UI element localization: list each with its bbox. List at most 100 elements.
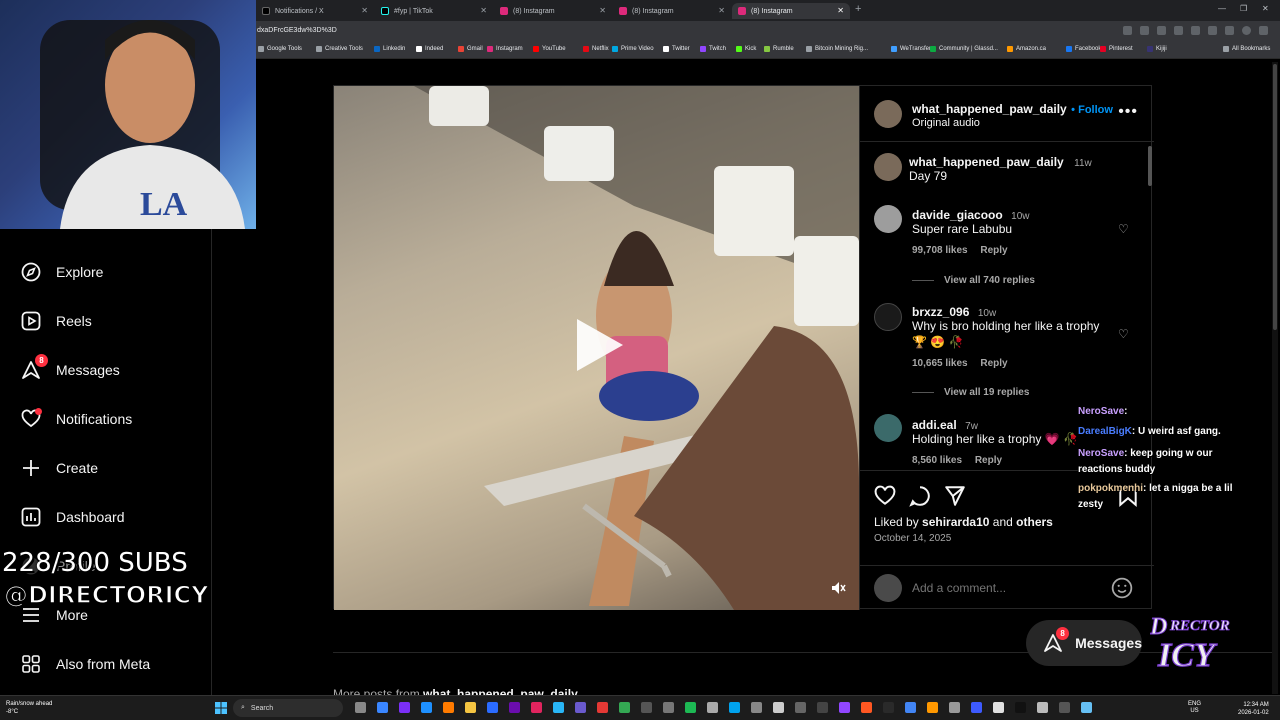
author-username[interactable]: what_happened_paw_daily <box>912 102 1067 116</box>
tab-instagram-active[interactable]: (8) Instagram ✕ <box>732 3 850 19</box>
close-icon[interactable]: ✕ <box>480 6 487 15</box>
bookmark-item[interactable]: Google Tools <box>258 46 302 52</box>
comment-icon[interactable] <box>909 485 931 507</box>
url-text[interactable]: dxaDFrcGE3dw%3D%3D <box>257 27 337 34</box>
bookmark-item[interactable]: Rumble <box>764 46 794 52</box>
comment-heart-icon[interactable]: ♡ <box>1118 222 1129 236</box>
reply-button[interactable]: Reply <box>980 245 1007 256</box>
avatar[interactable] <box>874 303 902 331</box>
taskbar-app-icon[interactable] <box>443 702 454 713</box>
avatar[interactable] <box>874 205 902 233</box>
comment-likes[interactable]: 99,708 likes <box>912 245 968 256</box>
taskbar-app-icon[interactable] <box>1015 702 1026 713</box>
bookmark-item[interactable]: Twitch <box>700 46 726 52</box>
taskbar-app-icon[interactable] <box>1037 702 1048 713</box>
tab-instagram-2[interactable]: (8) Instagram ✕ <box>613 3 731 19</box>
maximize-icon[interactable]: ❐ <box>1240 4 1247 13</box>
comment-heart-icon[interactable]: ♡ <box>1118 327 1129 341</box>
taskbar-app-icon[interactable] <box>729 702 740 713</box>
taskbar-app-icon[interactable] <box>883 702 894 713</box>
taskbar-app-icon[interactable] <box>861 702 872 713</box>
windows-start-icon[interactable] <box>215 702 227 714</box>
taskbar-app-icon[interactable] <box>641 702 652 713</box>
tab-instagram-1[interactable]: (8) Instagram ✕ <box>494 3 612 19</box>
comment-username[interactable]: brxzz_096 <box>912 305 969 319</box>
bookmark-item[interactable]: Netflix <box>583 46 609 52</box>
bookmark-item[interactable]: Amazon.ca <box>1007 46 1046 52</box>
taskbar-app-icon[interactable] <box>839 702 850 713</box>
language-indicator[interactable]: ENG US <box>1188 701 1201 715</box>
taskbar-app-icon[interactable] <box>993 702 1004 713</box>
bookmark-item[interactable]: Community | Glassd... <box>930 46 998 52</box>
taskbar-app-icon[interactable] <box>685 702 696 713</box>
avatar[interactable] <box>874 100 902 128</box>
close-icon[interactable]: ✕ <box>718 6 725 15</box>
kebab-menu-icon[interactable] <box>1259 26 1268 35</box>
taskbar-app-icon[interactable] <box>795 702 806 713</box>
comment-likes[interactable]: 10,665 likes <box>912 358 968 369</box>
extension-icon[interactable] <box>1174 26 1183 35</box>
comment-username[interactable]: addi.eal <box>912 418 957 432</box>
close-icon[interactable]: ✕ <box>361 6 368 15</box>
scrollbar-thumb[interactable] <box>1273 64 1277 330</box>
minimize-icon[interactable]: — <box>1218 4 1226 13</box>
sidebar-item-reels[interactable]: Reels <box>20 310 92 332</box>
sidebar-item-dashboard[interactable]: Dashboard <box>20 506 125 528</box>
sidebar-item-notifications[interactable]: Notifications <box>20 408 132 430</box>
taskbar-app-icon[interactable] <box>377 702 388 713</box>
play-icon[interactable] <box>571 317 627 373</box>
close-icon[interactable]: ✕ <box>837 6 844 15</box>
reply-button[interactable]: Reply <box>980 358 1007 369</box>
bookmark-item[interactable]: Kick <box>736 46 756 52</box>
mute-icon[interactable] <box>830 580 846 596</box>
reply-button[interactable]: Reply <box>975 455 1002 466</box>
taskbar-search[interactable]: ⌕ Search <box>233 699 343 717</box>
liked-by-others[interactable]: others <box>1016 515 1053 529</box>
sidebar-item-messages[interactable]: 8 Messages <box>20 354 120 381</box>
more-options-icon[interactable]: ••• <box>1118 103 1138 121</box>
bookmark-item[interactable]: Kijiji <box>1147 46 1167 52</box>
comment-input[interactable] <box>912 578 1102 598</box>
new-tab-icon[interactable]: + <box>855 3 861 15</box>
taskbar-app-icon[interactable] <box>663 702 674 713</box>
taskbar-app-icon[interactable] <box>751 702 762 713</box>
taskbar-app-icon[interactable] <box>619 702 630 713</box>
extension-icon[interactable] <box>1191 26 1200 35</box>
bookmark-item[interactable]: Creative Tools <box>316 46 363 52</box>
tab-x[interactable]: Notifications / X ✕ <box>256 3 374 19</box>
bookmark-item[interactable]: Prime Video <box>612 46 654 52</box>
sidebar-item-also-from-meta[interactable]: Also from Meta <box>20 653 150 675</box>
bookmark-item[interactable]: Pinterest <box>1100 46 1133 52</box>
all-bookmarks[interactable]: All Bookmarks <box>1223 46 1270 52</box>
puzzle-icon[interactable] <box>1208 26 1217 35</box>
taskbar-app-icon[interactable] <box>1059 702 1070 713</box>
floating-messages-button[interactable]: 8 Messages <box>1026 620 1142 666</box>
liked-by-user[interactable]: sehirarda10 <box>922 515 989 529</box>
taskbar-app-icon[interactable] <box>421 702 432 713</box>
audio-label[interactable]: Original audio <box>912 117 980 129</box>
reel-video[interactable] <box>334 86 859 610</box>
comment-likes[interactable]: 8,560 likes <box>912 455 962 466</box>
taskbar-app-icon[interactable] <box>707 702 718 713</box>
taskbar-app-icon[interactable] <box>949 702 960 713</box>
comment-username[interactable]: davide_giacooo <box>912 208 1003 222</box>
taskbar-app-icon[interactable] <box>575 702 586 713</box>
close-icon[interactable]: ✕ <box>599 6 606 15</box>
taskbar-app-icon[interactable] <box>465 702 476 713</box>
follow-button[interactable]: Follow <box>1078 104 1113 116</box>
install-icon[interactable] <box>1123 26 1132 35</box>
avatar[interactable] <box>874 414 902 442</box>
taskbar-app-icon[interactable] <box>399 702 410 713</box>
taskbar-app-icon[interactable] <box>971 702 982 713</box>
bookmark-item[interactable]: Bitcoin Mining Rig... <box>806 46 868 52</box>
star-icon[interactable] <box>1157 26 1166 35</box>
bookmark-item[interactable]: Twitter <box>663 46 690 52</box>
taskbar-app-icon[interactable] <box>773 702 784 713</box>
comments-scrollbar[interactable] <box>1148 146 1152 186</box>
profile-avatar-icon[interactable] <box>1242 26 1251 35</box>
bookmark-item[interactable]: Instagram <box>487 46 523 52</box>
taskbar-app-icon[interactable] <box>553 702 564 713</box>
bookmark-item[interactable]: Indeed <box>416 46 443 52</box>
sidebar-item-explore[interactable]: Explore <box>20 261 103 283</box>
view-replies[interactable]: View all 740 replies <box>912 275 1035 286</box>
